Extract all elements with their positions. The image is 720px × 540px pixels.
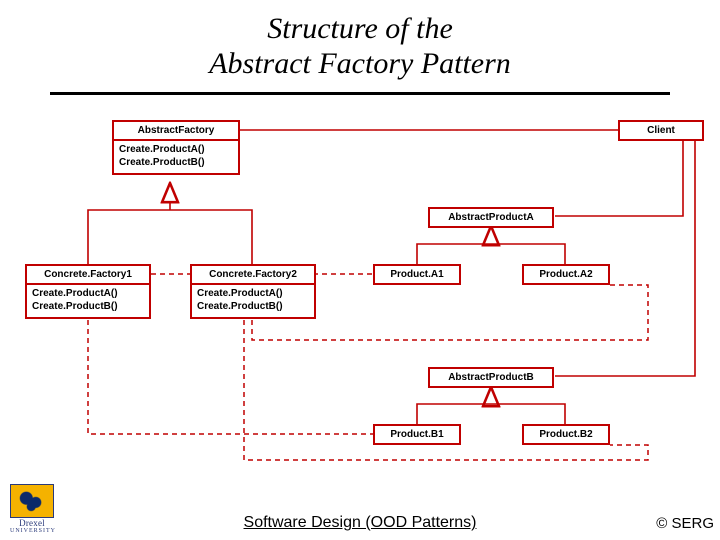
abstract-product-a-class: AbstractProductA — [428, 207, 554, 228]
logo-subname: UNIVERSITY — [10, 528, 54, 534]
concrete-factory-1-class: Concrete.Factory1 Create.ProductA() Crea… — [25, 264, 151, 319]
title-underline — [50, 92, 670, 95]
class-name: AbstractFactory — [114, 122, 238, 141]
product-a1-class: Product.A1 — [373, 264, 461, 285]
class-name: AbstractProductB — [430, 369, 552, 386]
class-ops: Create.ProductA() Create.ProductB() — [192, 285, 314, 317]
class-ops: Create.ProductA() Create.ProductB() — [27, 285, 149, 317]
op: Create.ProductB() — [197, 301, 309, 314]
title-line-2: Abstract Factory Pattern — [209, 47, 511, 80]
client-class: Client — [618, 120, 704, 141]
class-name: Product.A2 — [524, 266, 608, 283]
class-name: Concrete.Factory2 — [192, 266, 314, 285]
op: Create.ProductB() — [119, 157, 233, 170]
footer-course: Software Design (OOD Patterns) — [0, 514, 720, 532]
abstract-product-b-class: AbstractProductB — [428, 367, 554, 388]
class-name: AbstractProductA — [430, 209, 552, 226]
logo-crest — [10, 484, 54, 518]
class-name: Product.B1 — [375, 426, 459, 443]
class-name: Product.A1 — [375, 266, 459, 283]
product-b2-class: Product.B2 — [522, 424, 610, 445]
title-line-1: Structure of the — [267, 12, 453, 45]
dragon-icon — [13, 487, 51, 515]
logo-name: Drexel — [10, 518, 54, 528]
product-b1-class: Product.B1 — [373, 424, 461, 445]
class-ops: Create.ProductA() Create.ProductB() — [114, 141, 238, 173]
page-title: Structure of the Abstract Factory Patter… — [0, 0, 720, 81]
concrete-factory-2-class: Concrete.Factory2 Create.ProductA() Crea… — [190, 264, 316, 319]
footer-copyright: © SERG — [656, 515, 714, 532]
op: Create.ProductB() — [32, 301, 144, 314]
product-a2-class: Product.A2 — [522, 264, 610, 285]
abstract-factory-class: AbstractFactory Create.ProductA() Create… — [112, 120, 240, 175]
op: Create.ProductA() — [119, 144, 233, 157]
class-name: Product.B2 — [524, 426, 608, 443]
op: Create.ProductA() — [32, 288, 144, 301]
university-logo: Drexel UNIVERSITY — [10, 484, 54, 534]
class-name: Concrete.Factory1 — [27, 266, 149, 285]
op: Create.ProductA() — [197, 288, 309, 301]
class-name: Client — [620, 122, 702, 139]
